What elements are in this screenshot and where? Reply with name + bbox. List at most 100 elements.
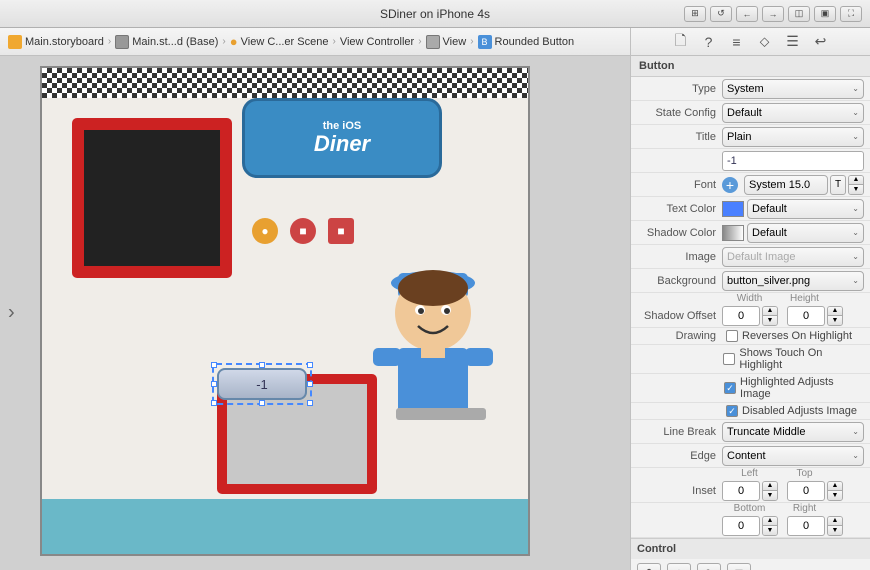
shadow-h-up[interactable]: ▲ <box>828 307 842 316</box>
breadcrumb-item-button[interactable]: B Rounded Button <box>478 35 575 49</box>
iphone-simulator: the iOS Diner ● ■ ■ <box>40 66 530 556</box>
shadow-color-row: Shadow Color Default ⌄ <box>631 221 870 245</box>
info-toolbar-icon[interactable]: ? <box>699 32 719 52</box>
diner-sign-text: the iOS Diner <box>314 120 370 156</box>
breadcrumb-item-view[interactable]: View <box>426 35 467 49</box>
disabled-adjusts-checkbox[interactable]: ✓ <box>726 405 738 417</box>
back-btn[interactable]: ← <box>736 6 758 22</box>
breadcrumb-item-base[interactable]: Main.st...d (Base) <box>115 35 218 49</box>
inset-top: 0 ▲ ▼ <box>787 481 843 501</box>
inset-left-stepper[interactable]: ▲ ▼ <box>762 481 778 501</box>
fullscreen-btn[interactable]: ⛶ <box>840 6 862 22</box>
text-color-select[interactable]: Default ⌄ <box>747 199 864 219</box>
shadow-w-down[interactable]: ▼ <box>763 316 777 325</box>
inset-t-up[interactable]: ▲ <box>828 482 842 491</box>
shadow-offset-h-field[interactable]: 0 <box>787 306 825 326</box>
canvas-area[interactable]: › the iOS Diner ● ■ ■ <box>0 56 630 570</box>
inset-bottom-field[interactable]: 0 <box>722 516 760 536</box>
inset-l-down[interactable]: ▼ <box>763 491 777 500</box>
forward-btn[interactable]: → <box>762 6 784 22</box>
state-config-select[interactable]: Default ⌄ <box>722 103 864 123</box>
control-section-title: Control <box>631 538 870 559</box>
diner-sign: the iOS Diner <box>242 98 442 178</box>
state-config-label: State Config <box>637 107 722 119</box>
breadcrumb-item-scene[interactable]: ● View C...er Scene <box>230 34 329 49</box>
shadow-color-select[interactable]: Default ⌄ <box>747 223 864 243</box>
font-stepper-down[interactable]: ▼ <box>849 185 863 194</box>
edge-label: Edge <box>637 450 722 462</box>
title-bar-controls: ⊞ ↺ ← → ◫ ▣ ⛶ <box>684 6 862 22</box>
type-select[interactable]: System ⌄ <box>722 79 864 99</box>
shadow-offset-w-field[interactable]: 0 <box>722 306 760 326</box>
line-break-select[interactable]: Truncate Middle ⌄ <box>722 422 864 442</box>
ctrl-icon-4[interactable]: ⊞ <box>727 563 751 570</box>
inset-b-down[interactable]: ▼ <box>763 526 777 535</box>
split-right-btn[interactable]: ▣ <box>814 6 836 22</box>
shows-touch-label: Shows Touch On Highlight <box>739 347 864 371</box>
ctrl-icon-1[interactable]: ⬡ <box>637 563 661 570</box>
shadow-offset-labels: Width Height <box>631 293 870 304</box>
edge-control: Content ⌄ <box>722 446 864 466</box>
inset-right-field[interactable]: 0 <box>787 516 825 536</box>
text-color-control: Default ⌄ <box>722 199 864 219</box>
inset-t-down[interactable]: ▼ <box>828 491 842 500</box>
share-toolbar-icon[interactable]: ↩ <box>811 32 831 52</box>
inset-top-field[interactable]: 0 <box>787 481 825 501</box>
shadow-w-up[interactable]: ▲ <box>763 307 777 316</box>
image-label: Image <box>637 251 722 263</box>
shadow-offset-label: Shadow Offset <box>637 310 722 322</box>
shadow-offset-h-stepper[interactable]: ▲ ▼ <box>827 306 843 326</box>
background-select[interactable]: button_silver.png ⌄ <box>722 271 864 291</box>
handle-tr <box>307 362 313 368</box>
shadow-h-down[interactable]: ▼ <box>828 316 842 325</box>
ctrl-icon-2[interactable]: ⊕ <box>667 563 691 570</box>
refresh-btn[interactable]: ↺ <box>710 6 732 22</box>
breadcrumb-item-storyboard[interactable]: Main.storyboard <box>8 35 104 49</box>
image-select-arrow: ⌄ <box>852 252 859 261</box>
panel-title: Button <box>631 56 870 77</box>
state-config-row: State Config Default ⌄ <box>631 101 870 125</box>
left-arrow-icon[interactable]: › <box>8 302 15 325</box>
font-box[interactable]: System 15.0 <box>744 175 828 195</box>
ctrl-icon-3[interactable]: ⟳ <box>697 563 721 570</box>
image-select[interactable]: Default Image ⌄ <box>722 247 864 267</box>
inset-l-up[interactable]: ▲ <box>763 482 777 491</box>
inset-top-stepper[interactable]: ▲ ▼ <box>827 481 843 501</box>
title-label: Title <box>637 131 722 143</box>
background-control: button_silver.png ⌄ <box>722 271 864 291</box>
inset-b-up[interactable]: ▲ <box>763 517 777 526</box>
inset-control2: 0 ▲ ▼ 0 ▲ ▼ <box>722 516 864 536</box>
reverses-checkbox[interactable] <box>726 330 738 342</box>
details-toolbar-icon[interactable]: ☰ <box>783 32 803 52</box>
inset-r-down[interactable]: ▼ <box>828 526 842 535</box>
top-label: Top <box>777 468 832 479</box>
font-control: + System 15.0 T ▲ ▼ <box>722 175 864 195</box>
title-value-control: -1 <box>722 151 864 171</box>
font-add-btn[interactable]: + <box>722 177 738 193</box>
shadow-offset-w-stepper[interactable]: ▲ ▼ <box>762 306 778 326</box>
split-left-btn[interactable]: ◫ <box>788 6 810 22</box>
highlighted-adjusts-label: Highlighted Adjusts Image <box>740 376 864 400</box>
shows-touch-checkbox[interactable] <box>723 353 735 365</box>
inset-r-up[interactable]: ▲ <box>828 517 842 526</box>
inset-bottom-stepper[interactable]: ▲ ▼ <box>762 516 778 536</box>
title-value-field[interactable]: -1 <box>722 151 864 171</box>
inset-left-field[interactable]: 0 <box>722 481 760 501</box>
inset-right-stepper[interactable]: ▲ ▼ <box>827 516 843 536</box>
font-stepper[interactable]: ▲ ▼ <box>848 175 864 195</box>
title-select[interactable]: Plain ⌄ <box>722 127 864 147</box>
pin-toolbar-icon[interactable]: ⬦ <box>755 32 775 52</box>
shadow-color-swatch[interactable] <box>722 225 744 241</box>
font-adj-btn[interactable]: T <box>830 175 846 195</box>
highlighted-adjusts-checkbox[interactable]: ✓ <box>724 382 736 394</box>
handle-bl <box>211 400 217 406</box>
inset-row1: Inset 0 ▲ ▼ 0 ▲ ▼ <box>631 479 870 503</box>
edge-select[interactable]: Content ⌄ <box>722 446 864 466</box>
grid-btn[interactable]: ⊞ <box>684 6 706 22</box>
breadcrumb-item-controller[interactable]: View Controller <box>340 36 414 48</box>
file-toolbar-icon[interactable]: 🗋 <box>671 32 691 52</box>
state-config-control: Default ⌄ <box>722 103 864 123</box>
font-stepper-up[interactable]: ▲ <box>849 176 863 185</box>
text-color-swatch[interactable] <box>722 201 744 217</box>
list-toolbar-icon[interactable]: ≡ <box>727 32 747 52</box>
